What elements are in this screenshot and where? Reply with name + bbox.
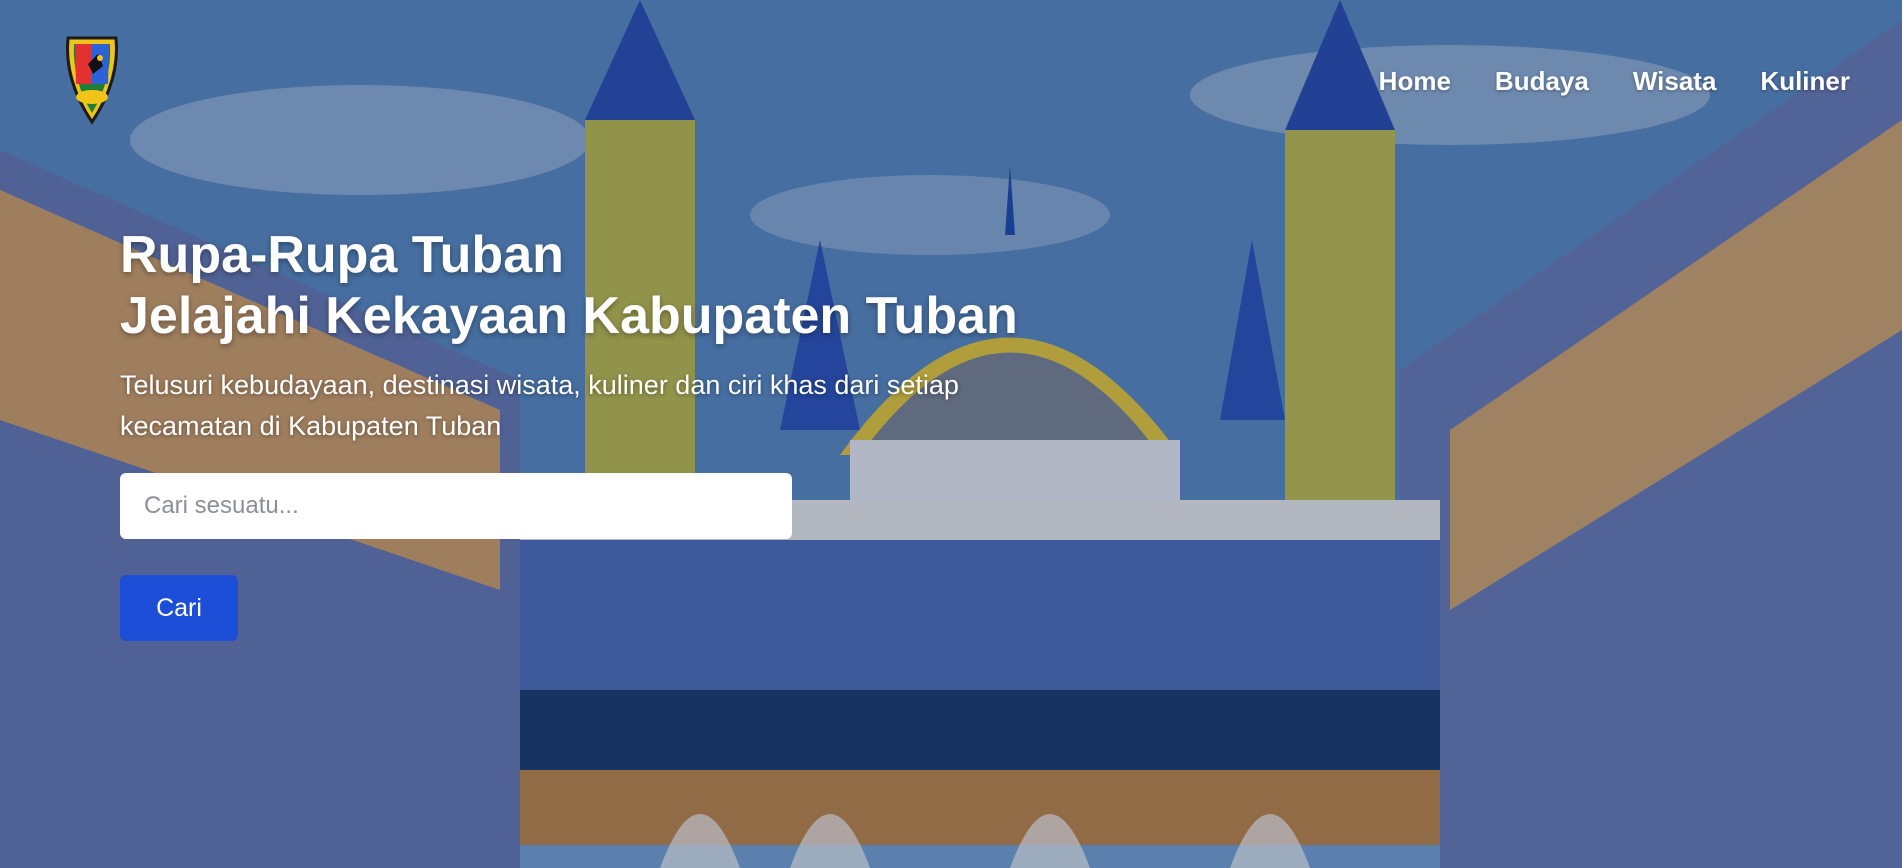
kabupaten-tuban-crest-icon[interactable] — [60, 34, 124, 126]
hero-title: Rupa-Rupa Tuban Jelajahi Kekayaan Kabupa… — [120, 225, 1100, 347]
search-input[interactable] — [120, 473, 792, 539]
hero-subtitle: Telusuri kebudayaan, destinasi wisata, k… — [120, 370, 959, 441]
nav-wisata[interactable]: Wisata — [1633, 66, 1717, 97]
search-button[interactable]: Cari — [120, 575, 238, 641]
hero-content: Rupa-Rupa Tuban Jelajahi Kekayaan Kabupa… — [120, 225, 1100, 641]
hero-title-line-1: Rupa-Rupa Tuban — [120, 226, 564, 284]
nav-home[interactable]: Home — [1379, 66, 1451, 97]
hero-title-line-2: Jelajahi Kekayaan Kabupaten Tuban — [120, 287, 1018, 345]
hero-section: Home Budaya Wisata Kuliner Rupa-Rupa Tub… — [0, 0, 1902, 868]
nav-kuliner[interactable]: Kuliner — [1760, 66, 1850, 97]
nav-budaya[interactable]: Budaya — [1495, 66, 1589, 97]
main-navigation: Home Budaya Wisata Kuliner — [1379, 66, 1850, 97]
